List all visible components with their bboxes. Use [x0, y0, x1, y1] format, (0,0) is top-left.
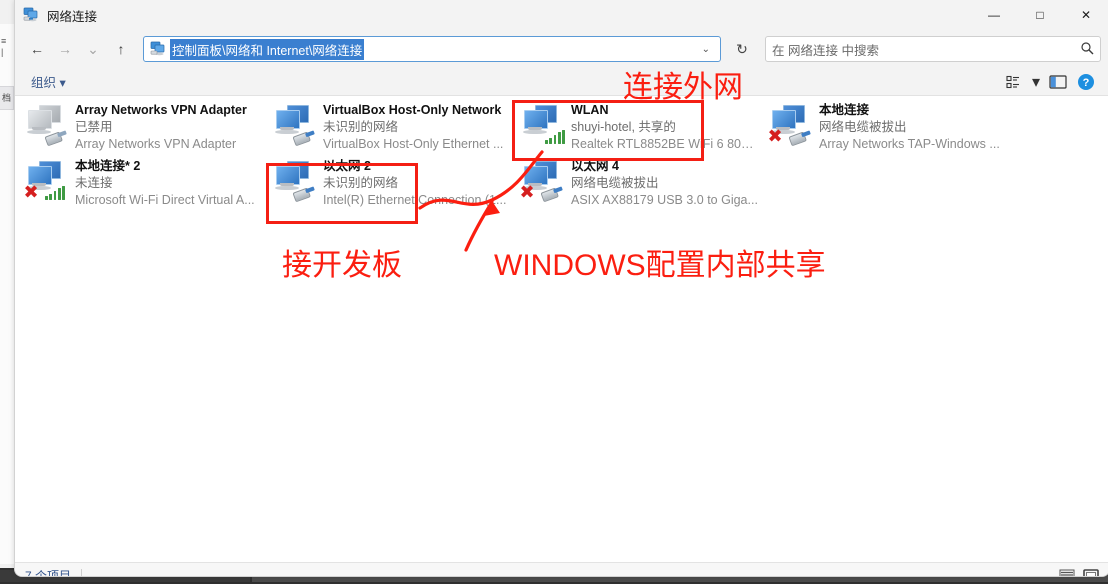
refresh-button[interactable]: ↻: [727, 36, 757, 62]
window-title: 网络连接: [47, 9, 98, 24]
search-icon: [1080, 41, 1094, 58]
disconnected-x-icon: ✖: [23, 182, 39, 203]
connection-status: 已禁用: [75, 120, 113, 134]
preview-pane-icon[interactable]: [1045, 71, 1071, 93]
connection-name: VirtualBox Host-Only Network: [323, 103, 502, 117]
svg-text:?: ?: [1083, 77, 1090, 89]
connection-device: Array Networks VPN Adapter: [75, 137, 237, 151]
status-bar: 7 个项目: [15, 562, 1108, 577]
background-window-tab-stub[interactable]: 档: [0, 86, 14, 110]
back-button[interactable]: ←: [23, 35, 51, 63]
details-view-button[interactable]: [1059, 569, 1075, 576]
command-bar: 组织 ▾ ▾ ?: [15, 68, 1108, 96]
connection-item-local[interactable]: ✖ 本地连接 网络电缆被拔出 Array Networks TAP-Window…: [763, 100, 1006, 155]
connection-status: 网络电缆被拔出: [571, 176, 659, 190]
wireless-adapter-icon: [519, 102, 567, 150]
network-adapter-icon: [271, 158, 319, 206]
network-connections-icon: [23, 7, 39, 23]
maximize-button[interactable]: □: [1017, 0, 1063, 30]
network-adapter-icon: ✖: [767, 102, 815, 150]
connections-list-pane[interactable]: Array Networks VPN Adapter 已禁用 Array Net…: [15, 96, 1108, 562]
signal-bars-icon: [45, 186, 65, 200]
connection-device: Array Networks TAP-Windows ...: [819, 137, 1000, 151]
connection-status: 网络电缆被拔出: [819, 120, 907, 134]
up-button[interactable]: ↑: [107, 35, 135, 63]
address-input[interactable]: 控制面板\网络和 Internet\网络连接 ⌄: [143, 36, 721, 62]
connection-item-ethernet-2[interactable]: 以太网 2 未识别的网络 Intel(R) Ethernet Connectio…: [267, 156, 510, 211]
view-caret-icon[interactable]: ▾: [1029, 71, 1043, 93]
organize-button[interactable]: 组织 ▾: [25, 70, 72, 93]
disconnected-x-icon: ✖: [519, 182, 535, 203]
connection-name: 以太网 2: [323, 159, 371, 173]
window-controls: — □ ✕: [971, 0, 1108, 30]
connection-status: 未连接: [75, 176, 113, 190]
large-icons-view-button[interactable]: [1083, 568, 1099, 576]
connection-name: 本地连接* 2: [75, 159, 141, 173]
view-switcher: [1059, 568, 1099, 576]
status-divider: [81, 568, 83, 576]
background-window-icons: ≡ |: [1, 36, 7, 57]
address-path-icon: [150, 41, 166, 57]
connection-item-array-vpn[interactable]: Array Networks VPN Adapter 已禁用 Array Net…: [19, 100, 262, 155]
wireless-adapter-icon: ✖: [23, 158, 71, 206]
connection-item-local-2[interactable]: ✖ 本地连接* 2 未连接 Microsoft Wi-Fi Direct Vir…: [19, 156, 262, 211]
view-options-icon[interactable]: [1001, 71, 1027, 93]
close-button[interactable]: ✕: [1063, 0, 1108, 30]
title-bar[interactable]: 网络连接 — □ ✕: [15, 0, 1108, 30]
search-placeholder: 在 网络连接 中搜索: [772, 43, 879, 58]
connection-status: shuyi-hotel, 共享的: [571, 120, 676, 134]
address-path-text: 控制面板\网络和 Internet\网络连接: [170, 38, 365, 60]
item-count-label: 7 个项目: [25, 569, 72, 577]
connection-item-wlan[interactable]: WLAN shuyi-hotel, 共享的 Realtek RTL8852BE …: [515, 100, 758, 155]
connection-status: 未识别的网络: [323, 120, 399, 134]
disconnected-x-icon: ✖: [767, 126, 783, 147]
search-input[interactable]: 在 网络连接 中搜索: [765, 36, 1101, 62]
network-adapter-icon: [23, 102, 71, 150]
connection-item-virtualbox[interactable]: VirtualBox Host-Only Network 未识别的网络 Virt…: [267, 100, 510, 155]
connection-status: 未识别的网络: [323, 176, 399, 190]
connection-device: VirtualBox Host-Only Ethernet ...: [323, 137, 504, 151]
connection-name: WLAN: [571, 103, 609, 117]
command-bar-right: ▾ ?: [1001, 71, 1099, 93]
forward-button[interactable]: →: [51, 35, 79, 63]
connection-device: ASIX AX88179 USB 3.0 to Giga...: [571, 193, 758, 207]
network-adapter-icon: ✖: [519, 158, 567, 206]
recent-locations-button[interactable]: ⌄: [79, 35, 107, 63]
address-dropdown-icon[interactable]: ⌄: [696, 44, 716, 55]
connection-device: Realtek RTL8852BE WiFi 6 802....: [571, 137, 758, 151]
connection-name: 本地连接: [819, 103, 870, 117]
connection-name: 以太网 4: [571, 159, 619, 173]
minimize-button[interactable]: —: [971, 0, 1017, 30]
connection-name: Array Networks VPN Adapter: [75, 103, 247, 117]
connection-device: Microsoft Wi-Fi Direct Virtual A...: [75, 193, 255, 207]
signal-bars-icon: [545, 130, 565, 144]
address-bar-row: ← → ⌄ ↑ 控制面板\网络和 Internet\网络连接 ⌄ ↻ 在 网络连…: [15, 30, 1108, 68]
connection-item-ethernet-4[interactable]: ✖ 以太网 4 网络电缆被拔出 ASIX AX88179 USB 3.0 to …: [515, 156, 758, 211]
network-connections-window: 网络连接 — □ ✕ ← → ⌄ ↑ 控制面板\网络和 Internet\网络连…: [14, 0, 1108, 577]
connection-device: Intel(R) Ethernet Connection (1...: [323, 193, 507, 207]
help-button[interactable]: ?: [1073, 71, 1099, 93]
network-adapter-icon: [271, 102, 319, 150]
